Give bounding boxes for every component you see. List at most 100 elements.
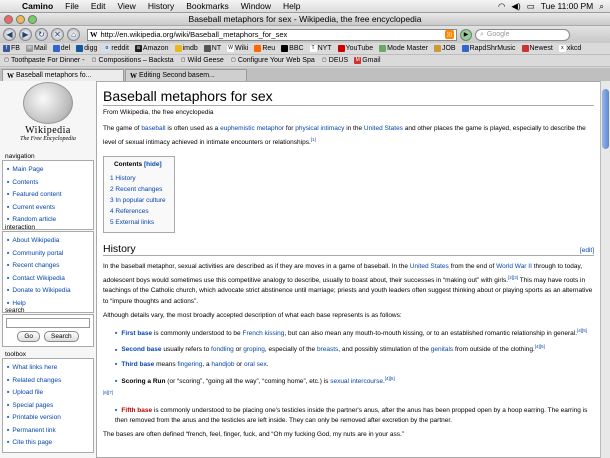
bookmark-toothpaste[interactable]: ▢ Toothpaste For Dinner -: [3, 57, 85, 64]
link-breasts[interactable]: breasts: [317, 347, 338, 354]
bookmark-bbc[interactable]: BBC: [281, 45, 304, 52]
search-button[interactable]: Search: [44, 331, 79, 342]
bookmark-fb[interactable]: f FB: [3, 45, 20, 52]
menu-window[interactable]: Window: [235, 1, 277, 11]
nav-community-portal[interactable]: Community portal: [12, 250, 63, 257]
go-button[interactable]: Go: [17, 331, 41, 342]
nav-contact-wikipedia[interactable]: Contact Wikipedia: [12, 275, 64, 282]
menu-help[interactable]: Help: [277, 1, 306, 11]
bookmark-compositions[interactable]: ▢ Compositions – Backsta: [90, 57, 174, 64]
tool-what-links-here[interactable]: What links here: [12, 364, 57, 371]
nav-about-wikipedia[interactable]: About Wikipedia: [12, 237, 59, 244]
tool-cite-this-page[interactable]: Cite this page: [12, 439, 52, 446]
scrollbar-thumb[interactable]: [602, 89, 609, 149]
wiki-search-input[interactable]: [6, 318, 90, 328]
home-button[interactable]: ⌂: [67, 28, 80, 41]
ref-4-5-b[interactable]: [4][5]: [535, 344, 545, 349]
bookmark-nt[interactable]: NT: [203, 45, 221, 52]
bookmark-mail[interactable]: ✉ Mail: [25, 45, 47, 52]
battery-icon[interactable]: ▭: [527, 1, 535, 12]
spotlight-icon[interactable]: ⌕: [599, 1, 604, 12]
bookmark-digg[interactable]: digg: [76, 45, 97, 52]
link-fingering[interactable]: fingering: [177, 361, 202, 368]
ref-1[interactable]: [1]: [311, 137, 316, 142]
bookmark-gmail[interactable]: M Gmail: [354, 57, 381, 64]
address-bar[interactable]: W http://en.wikipedia.org/wiki/Baseball_…: [87, 28, 457, 41]
bookmark-xkcd[interactable]: x xkcd: [558, 45, 581, 52]
tool-special-pages[interactable]: Special pages: [12, 402, 53, 409]
nav-featured-content[interactable]: Featured content: [12, 191, 61, 198]
bookmark-rapidshare[interactable]: RapdShrMusic: [461, 45, 516, 52]
zoom-window-button[interactable]: [28, 15, 37, 24]
toc-item-history[interactable]: 1 History: [110, 175, 136, 182]
menu-history[interactable]: History: [142, 1, 180, 11]
link-second-base[interactable]: Second base: [121, 347, 161, 354]
tab-baseball-metaphors[interactable]: W Baseball metaphors fo...: [2, 69, 124, 81]
bookmark-wiki[interactable]: W Wiki: [227, 45, 248, 52]
link-sexual-intercourse[interactable]: sexual intercourse: [330, 378, 383, 385]
link-baseball[interactable]: baseball: [141, 125, 165, 132]
bookmark-wild-geese[interactable]: ▢ Wild Geese: [179, 57, 224, 64]
link-first-base[interactable]: First base: [121, 330, 152, 337]
link-fifth-base[interactable]: Fifth base: [121, 407, 152, 414]
menu-edit[interactable]: Edit: [85, 1, 112, 11]
reload-button[interactable]: ↻: [35, 28, 48, 41]
ref-4-5[interactable]: [4][5]: [577, 328, 587, 333]
link-world-war-ii[interactable]: World War II: [496, 263, 532, 270]
bookmark-nyt[interactable]: T NYT: [309, 45, 332, 52]
ref-4-5-c[interactable]: [4][5]: [385, 376, 395, 381]
tool-permanent-link[interactable]: Permanent link: [12, 427, 55, 434]
bookmark-reddit[interactable]: o reddit: [103, 45, 129, 52]
nav-recent-changes[interactable]: Recent changes: [12, 262, 59, 269]
ref-2-3[interactable]: [2][3]: [508, 275, 518, 280]
toc-item-references[interactable]: 4 References: [110, 208, 149, 215]
rss-icon[interactable]: ))): [445, 30, 454, 39]
bookmark-newest[interactable]: Newest: [521, 45, 553, 52]
link-oral-sex[interactable]: oral sex: [244, 361, 267, 368]
tool-printable-version[interactable]: Printable version: [12, 414, 60, 421]
vertical-scrollbar[interactable]: [600, 81, 610, 458]
stop-button[interactable]: ✕: [51, 28, 64, 41]
menu-bookmarks[interactable]: Bookmarks: [180, 1, 235, 11]
link-french-kissing[interactable]: French kissing: [242, 330, 284, 337]
nav-donate[interactable]: Donate to Wikipedia: [12, 287, 70, 294]
nav-random-article[interactable]: Random article: [12, 216, 56, 223]
tab-editing-second-base[interactable]: W Editing Second basem...: [125, 69, 247, 81]
close-window-button[interactable]: [4, 15, 13, 24]
ref-6-7[interactable]: [6][7]: [103, 390, 113, 395]
menu-file[interactable]: File: [59, 1, 85, 11]
tool-related-changes[interactable]: Related changes: [12, 377, 61, 384]
bookmark-deus[interactable]: ▢ DEUS: [320, 57, 348, 64]
url-text[interactable]: http://en.wikipedia.org/wiki/Baseball_me…: [101, 30, 288, 39]
toc-item-popular-culture[interactable]: 3 In popular culture: [110, 197, 166, 204]
link-handjob[interactable]: handjob: [211, 361, 234, 368]
go-arrow-button[interactable]: ▶: [460, 28, 472, 41]
search-field[interactable]: ⌕ Google: [475, 28, 570, 41]
link-fondling[interactable]: fondling: [211, 347, 234, 354]
bookmark-mode-master[interactable]: Mode Master: [379, 45, 428, 52]
bookmark-youtube[interactable]: YouTube: [337, 45, 373, 52]
link-physical-intimacy[interactable]: physical intimacy: [295, 125, 344, 132]
link-third-base[interactable]: Third base: [121, 361, 154, 368]
volume-icon[interactable]: ◀): [511, 1, 520, 12]
toc-item-external-links[interactable]: 5 External links: [110, 219, 154, 226]
bookmark-del[interactable]: del: [52, 45, 70, 52]
nav-contents[interactable]: Contents: [12, 179, 38, 186]
link-groping[interactable]: groping: [243, 347, 265, 354]
back-button[interactable]: ◀: [3, 28, 16, 41]
forward-button[interactable]: ▶: [19, 28, 32, 41]
link-united-states[interactable]: United States: [364, 125, 403, 132]
link-genitals[interactable]: genitals: [431, 347, 453, 354]
toc-item-recent-changes[interactable]: 2 Recent changes: [110, 186, 162, 193]
nav-current-events[interactable]: Current events: [12, 204, 55, 211]
tool-upload-file[interactable]: Upload file: [12, 389, 43, 396]
menu-camino[interactable]: Camino: [16, 1, 59, 11]
wikipedia-logo[interactable]: Wikipedia The Free Encyclopedia: [2, 81, 94, 153]
minimize-window-button[interactable]: [16, 15, 25, 24]
bookmark-job[interactable]: JOB: [433, 45, 456, 52]
bookmark-reu[interactable]: Reu: [254, 45, 275, 52]
clock[interactable]: Tue 11:00 PM: [541, 1, 593, 11]
nav-main-page[interactable]: Main Page: [12, 166, 43, 173]
toc-hide-link[interactable]: [hide]: [144, 161, 162, 168]
link-united-states-2[interactable]: United States: [410, 263, 449, 270]
